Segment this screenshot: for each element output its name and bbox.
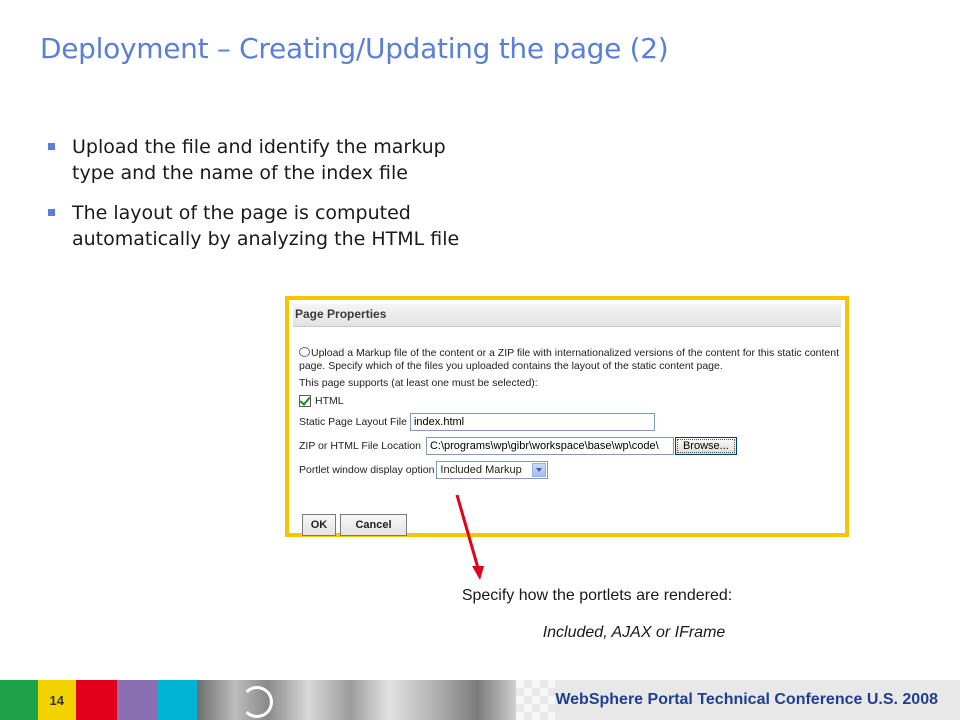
annotation-line-2: Included, AJAX or IFrame — [542, 624, 726, 641]
html-checkbox[interactable] — [299, 395, 311, 407]
bullet-text: The layout of the page is computed autom… — [72, 202, 460, 250]
layout-file-label: Static Page Layout File — [299, 416, 407, 428]
footer-color-red — [75, 680, 118, 720]
file-location-input[interactable] — [425, 437, 674, 455]
display-option-row: Portlet window display option Included M… — [299, 461, 549, 479]
layout-file-row: Static Page Layout File — [299, 413, 655, 431]
square-bullet-icon — [48, 209, 55, 216]
slide-title: Deployment – Creating/Updating the page … — [40, 32, 669, 65]
cancel-button[interactable]: Cancel — [340, 514, 407, 536]
supports-label: This page supports (at least one must be… — [299, 377, 538, 389]
file-location-label: ZIP or HTML File Location — [299, 440, 421, 452]
square-bullet-icon — [48, 143, 55, 150]
bullet-item: Upload the file and identify the markup … — [46, 134, 466, 186]
footer-checker-pattern — [515, 680, 556, 720]
bullet-item: The layout of the page is computed autom… — [46, 200, 466, 252]
conference-name: WebSphere Portal Technical Conference U.… — [555, 680, 960, 720]
footer-color-cyan — [157, 680, 198, 720]
dialog-header: Page Properties — [293, 304, 841, 327]
display-option-value: Included Markup — [440, 464, 522, 476]
display-option-select[interactable]: Included Markup — [436, 461, 549, 479]
arrow-head-icon — [472, 566, 484, 580]
footer-bar: 14 WebSphere Portal Technical Conference… — [0, 680, 960, 720]
bullet-text: Upload the file and identify the markup … — [72, 136, 446, 184]
page-properties-dialog: Page Properties Upload a Markup file of … — [293, 304, 841, 536]
footer-photo-strip — [197, 680, 516, 720]
bullet-list: Upload the file and identify the markup … — [46, 134, 466, 266]
page-number: 14 — [37, 680, 76, 720]
file-location-row: ZIP or HTML File Location Browse... — [299, 437, 737, 455]
footer-color-green — [0, 680, 38, 720]
layout-file-input[interactable] — [409, 413, 655, 431]
annotation-line-1: Specify how the portlets are rendered: — [461, 587, 733, 604]
page-properties-screenshot: Page Properties Upload a Markup file of … — [285, 296, 849, 537]
ok-button[interactable]: OK — [302, 514, 336, 536]
html-checkbox-row[interactable]: HTML — [299, 395, 344, 407]
help-text: Upload a Markup file of the content or a… — [299, 347, 839, 373]
browse-button[interactable]: Browse... — [674, 437, 737, 455]
swirl-logo-icon — [241, 686, 274, 718]
chevron-down-icon[interactable] — [532, 463, 547, 477]
help-icon[interactable] — [299, 347, 310, 357]
footer-color-purple — [117, 680, 158, 720]
display-option-label: Portlet window display option — [299, 464, 435, 476]
html-checkbox-label: HTML — [315, 395, 344, 407]
help-text-content: Upload a Markup file of the content or a… — [299, 347, 840, 372]
